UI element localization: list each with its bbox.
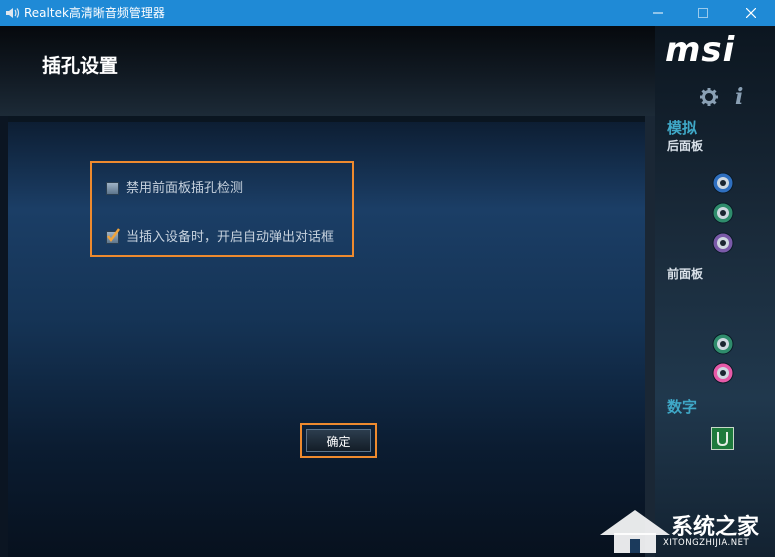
- minimize-icon: [653, 12, 663, 14]
- gear-icon[interactable]: [700, 88, 718, 106]
- ok-button[interactable]: 确定: [306, 429, 371, 452]
- close-button[interactable]: [731, 0, 771, 26]
- purple-audio-jack-icon[interactable]: [712, 232, 734, 254]
- minimize-button[interactable]: [638, 0, 678, 26]
- front-panel-label: 前面板: [667, 267, 704, 281]
- disable-front-jack-detection-option[interactable]: 禁用前面板插孔检测: [106, 177, 243, 196]
- green-audio-jack-icon[interactable]: [712, 333, 734, 355]
- disable-front-jack-detection-checkbox[interactable]: [106, 182, 119, 195]
- digital-label: 数字: [667, 398, 698, 416]
- checkmark-icon: [107, 228, 120, 243]
- auto-popup-dialog-checkbox[interactable]: [106, 228, 120, 244]
- watermark-text: 系统之家: [671, 515, 760, 540]
- msi-logo: msi: [665, 30, 736, 70]
- auto-popup-dialog-option[interactable]: 当插入设备时，开启自动弹出对话框: [106, 226, 334, 245]
- rear-panel-label: 后面板: [667, 139, 704, 153]
- maximize-icon: [698, 8, 708, 18]
- page-header: 插孔设置: [0, 26, 655, 116]
- info-icon[interactable]: i: [735, 84, 743, 110]
- left-border: [0, 116, 8, 557]
- option-label: 禁用前面板插孔检测: [126, 181, 244, 196]
- close-icon: [745, 7, 757, 19]
- panel-divider: [645, 116, 655, 557]
- option-label: 当插入设备时，开启自动弹出对话框: [126, 230, 335, 245]
- window-title: Realtek高清晰音频管理器: [24, 6, 165, 20]
- pink-audio-jack-icon[interactable]: [712, 362, 734, 384]
- green-audio-jack-icon[interactable]: [712, 202, 734, 224]
- page-title: 插孔设置: [42, 55, 119, 77]
- title-bar: Realtek高清晰音频管理器: [0, 0, 775, 26]
- maximize-button[interactable]: [683, 0, 723, 26]
- digital-port-icon[interactable]: [711, 427, 734, 450]
- analog-label: 模拟: [667, 119, 698, 137]
- watermark-subtext: XITONGZHIJIA.NET: [663, 538, 750, 548]
- blue-audio-jack-icon[interactable]: [712, 172, 734, 194]
- speaker-icon: [6, 8, 20, 18]
